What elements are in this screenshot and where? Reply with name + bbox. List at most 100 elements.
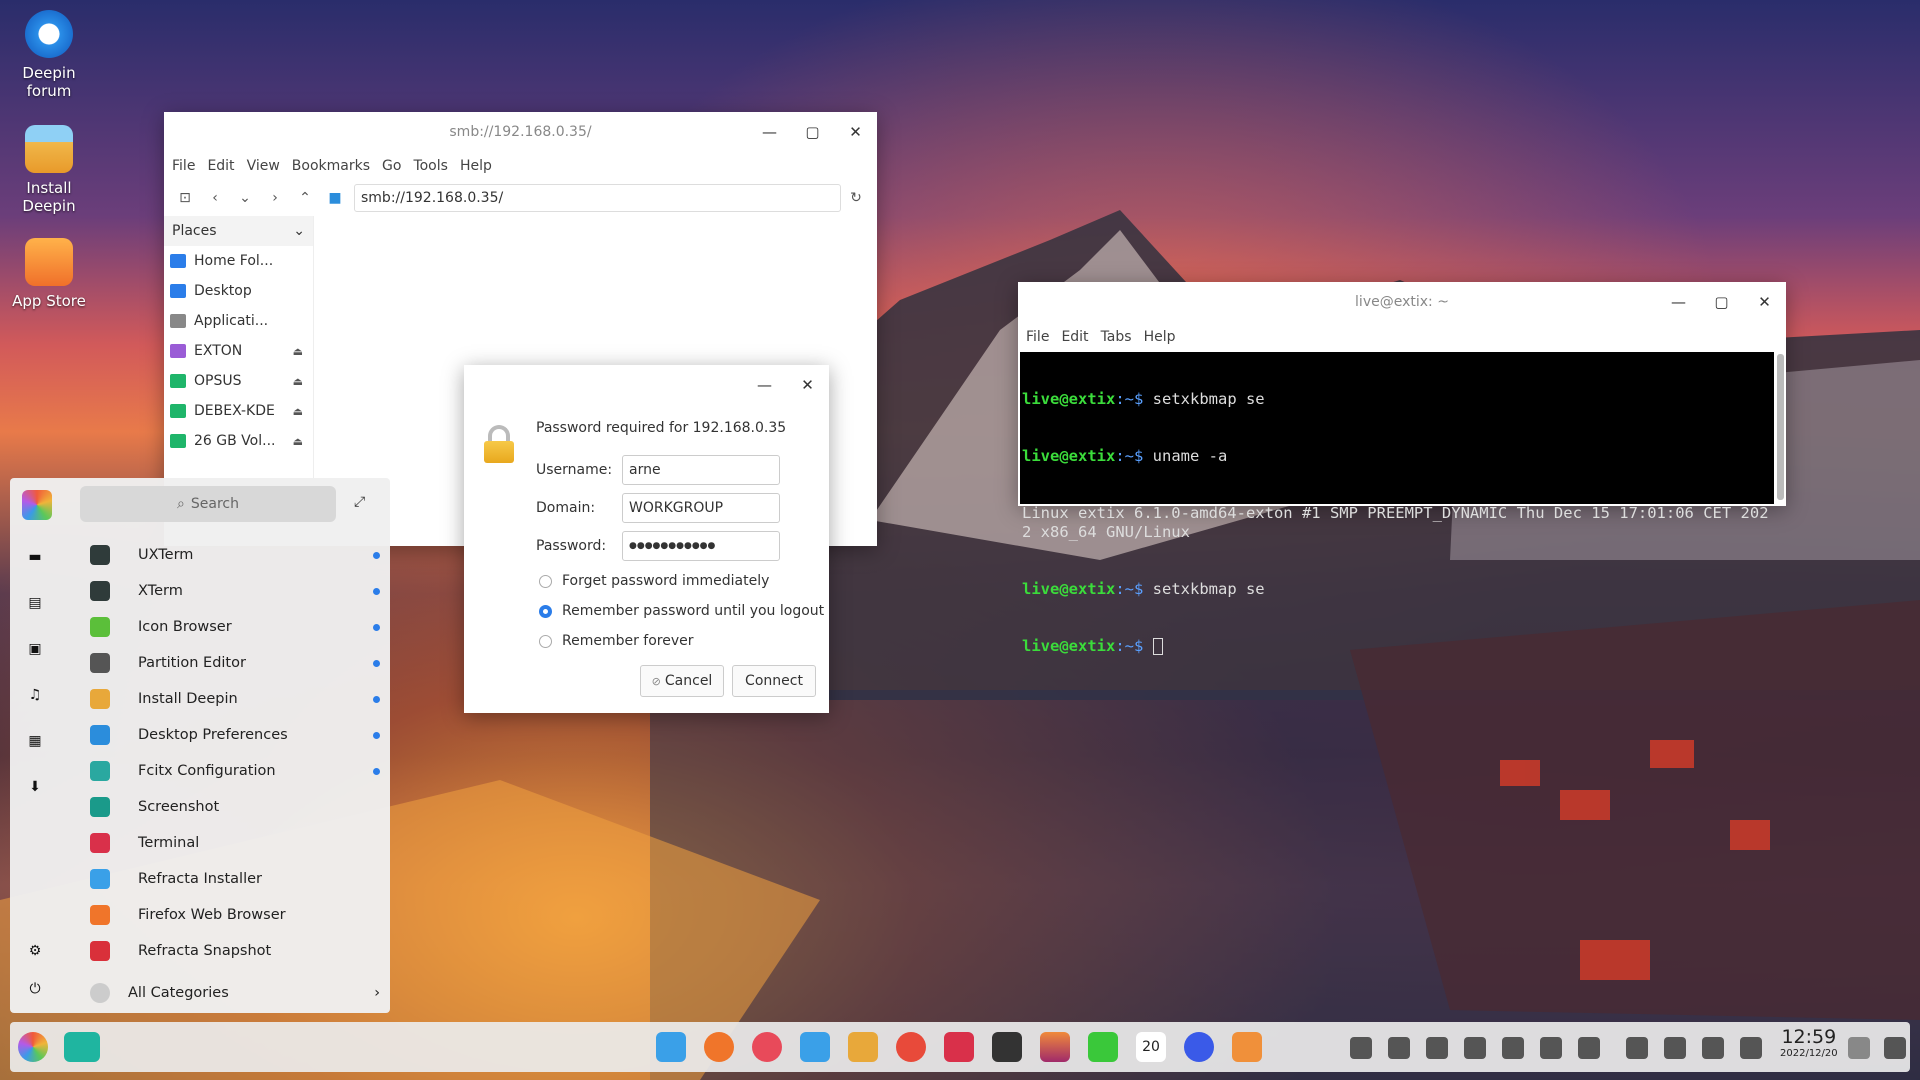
eject-icon[interactable]: ⏏ [293,405,303,418]
all-categories[interactable]: All Categories › [90,978,380,1008]
username-field[interactable]: arne [622,455,780,485]
launcher-app-item[interactable]: Partition Editor [90,648,380,678]
power-icon[interactable] [1740,1037,1762,1059]
close-icon[interactable]: ✕ [786,365,829,405]
desktop-icon-deepin-forum[interactable]: Deepin forum [8,10,90,100]
downloader-icon[interactable] [752,1032,782,1062]
minimize-icon[interactable]: — [748,112,791,152]
settings-gear-icon[interactable] [800,1032,830,1062]
downloads-icon[interactable]: ⬇ [27,779,43,795]
videos-icon[interactable]: ▦ [27,733,43,749]
install-deepin-icon[interactable] [848,1032,878,1062]
launcher-app-item[interactable]: Install Deepin [90,684,380,714]
usb-icon[interactable] [1388,1037,1410,1059]
file-manager-titlebar[interactable]: smb://192.168.0.35/ — ▢ ✕ [164,112,877,152]
terminal-icon[interactable] [992,1032,1022,1062]
menu-go[interactable]: Go [382,158,401,174]
place-26gb-volume[interactable]: 26 GB Vol... ⏏ [164,426,313,456]
screen-icon[interactable] [1702,1037,1724,1059]
connect-button[interactable]: Connect [732,665,816,697]
radio-button[interactable] [539,574,552,588]
terminal-titlebar[interactable]: live@extix: ~ — ▢ ✕ [1018,282,1786,322]
option-remember-forever[interactable]: Remember forever [539,633,694,649]
terminal-scrollbar[interactable] [1777,354,1784,500]
cancel-button[interactable]: ⊘ Cancel [640,665,724,697]
multitasking-icon[interactable] [1626,1037,1648,1059]
documents-icon[interactable]: ▤ [27,595,43,611]
volume-icon[interactable] [1426,1037,1448,1059]
eject-icon[interactable]: ⏏ [293,345,303,358]
trash-icon[interactable] [1848,1037,1870,1059]
firefox-icon[interactable] [704,1032,734,1062]
new-tab-icon[interactable]: ⊡ [170,190,200,206]
domain-field[interactable]: WORKGROUP [622,493,780,523]
reload-icon[interactable]: ↻ [841,190,871,206]
minimize-icon[interactable]: — [1657,282,1700,322]
menu-help[interactable]: Help [460,158,492,174]
music-player-icon[interactable] [1088,1032,1118,1062]
chevron-right-icon[interactable] [1578,1037,1600,1059]
back-icon[interactable]: ‹ [200,190,230,206]
launcher-app-item[interactable]: Desktop Preferences [90,720,380,750]
menu-view[interactable]: View [247,158,280,174]
settings-icon[interactable]: ⚙ [27,943,43,959]
power-icon[interactable]: ⏻ [27,981,43,997]
bluetooth-icon[interactable] [1502,1037,1524,1059]
place-desktop[interactable]: Desktop [164,276,313,306]
eject-icon[interactable]: ⏏ [293,375,303,388]
launcher-app-item[interactable]: Screenshot [90,792,380,822]
menu-bookmarks[interactable]: Bookmarks [292,158,370,174]
place-exton[interactable]: EXTON ⏏ [164,336,313,366]
up-icon[interactable]: ⌃ [290,190,320,206]
option-forget-immediately[interactable]: Forget password immediately [539,573,769,589]
fullscreen-icon[interactable]: ⤢ [354,494,365,510]
place-opsus[interactable]: OPSUS ⏏ [164,366,313,396]
keyboard-icon[interactable] [1350,1037,1372,1059]
option-remember-until-logout[interactable]: Remember password until you logout [539,603,824,619]
launcher-app-item[interactable]: Icon Browser [90,612,380,642]
history-down-icon[interactable]: ⌄ [230,190,260,206]
terminal-screen[interactable]: live@extix:~$ setxkbmap se live@extix:~$… [1020,352,1774,655]
notification-bell-icon[interactable] [1884,1037,1906,1059]
app-store-icon[interactable] [1232,1032,1262,1062]
pictures-icon[interactable]: ▣ [27,641,43,657]
launcher-app-item[interactable]: Firefox Web Browser [90,900,380,930]
user-avatar[interactable] [22,490,52,520]
computer-icon[interactable]: ▬ [27,549,43,565]
close-icon[interactable]: ✕ [1743,282,1786,322]
launcher-app-item[interactable]: XTerm [90,576,380,606]
launcher-search[interactable]: ⌕ Search [80,486,336,522]
menu-edit[interactable]: Edit [207,158,234,174]
launcher-app-item[interactable]: Refracta Installer [90,864,380,894]
launcher-app-item[interactable]: Terminal [90,828,380,858]
wifi-icon[interactable] [1464,1037,1486,1059]
close-icon[interactable]: ✕ [834,112,877,152]
radio-button[interactable] [539,634,552,648]
image-viewer-icon[interactable] [1040,1032,1070,1062]
places-header[interactable]: Places ⌄ [164,216,313,246]
place-debex-kde[interactable]: DEBEX-KDE ⏏ [164,396,313,426]
search-icon[interactable] [1664,1037,1686,1059]
control-center-icon[interactable] [1184,1032,1214,1062]
location-bar[interactable]: smb://192.168.0.35/ [354,184,841,212]
desktop-icon-install-deepin[interactable]: Install Deepin [8,125,90,215]
menu-tools[interactable]: Tools [413,158,448,174]
menu-help[interactable]: Help [1144,329,1176,345]
password-field[interactable]: ●●●●●●●●●●● [622,531,780,561]
maximize-icon[interactable]: ▢ [791,112,834,152]
place-home-folder[interactable]: Home Fol... [164,246,313,276]
forward-icon[interactable]: › [260,190,290,206]
menu-file[interactable]: File [172,158,195,174]
place-applications[interactable]: Applicati... [164,306,313,336]
eject-icon[interactable]: ⏏ [293,435,303,448]
radio-button[interactable] [539,604,552,618]
menu-file[interactable]: File [1026,329,1049,345]
launcher-icon[interactable] [18,1032,48,1062]
refracta-icon[interactable] [896,1032,926,1062]
menu-tabs[interactable]: Tabs [1101,329,1132,345]
battery-icon[interactable] [1540,1037,1562,1059]
minimize-icon[interactable]: — [743,365,786,405]
file-manager-icon[interactable] [656,1032,686,1062]
launcher-app-item[interactable]: UXTerm [90,540,380,570]
music-icon[interactable]: ♫ [27,687,43,703]
